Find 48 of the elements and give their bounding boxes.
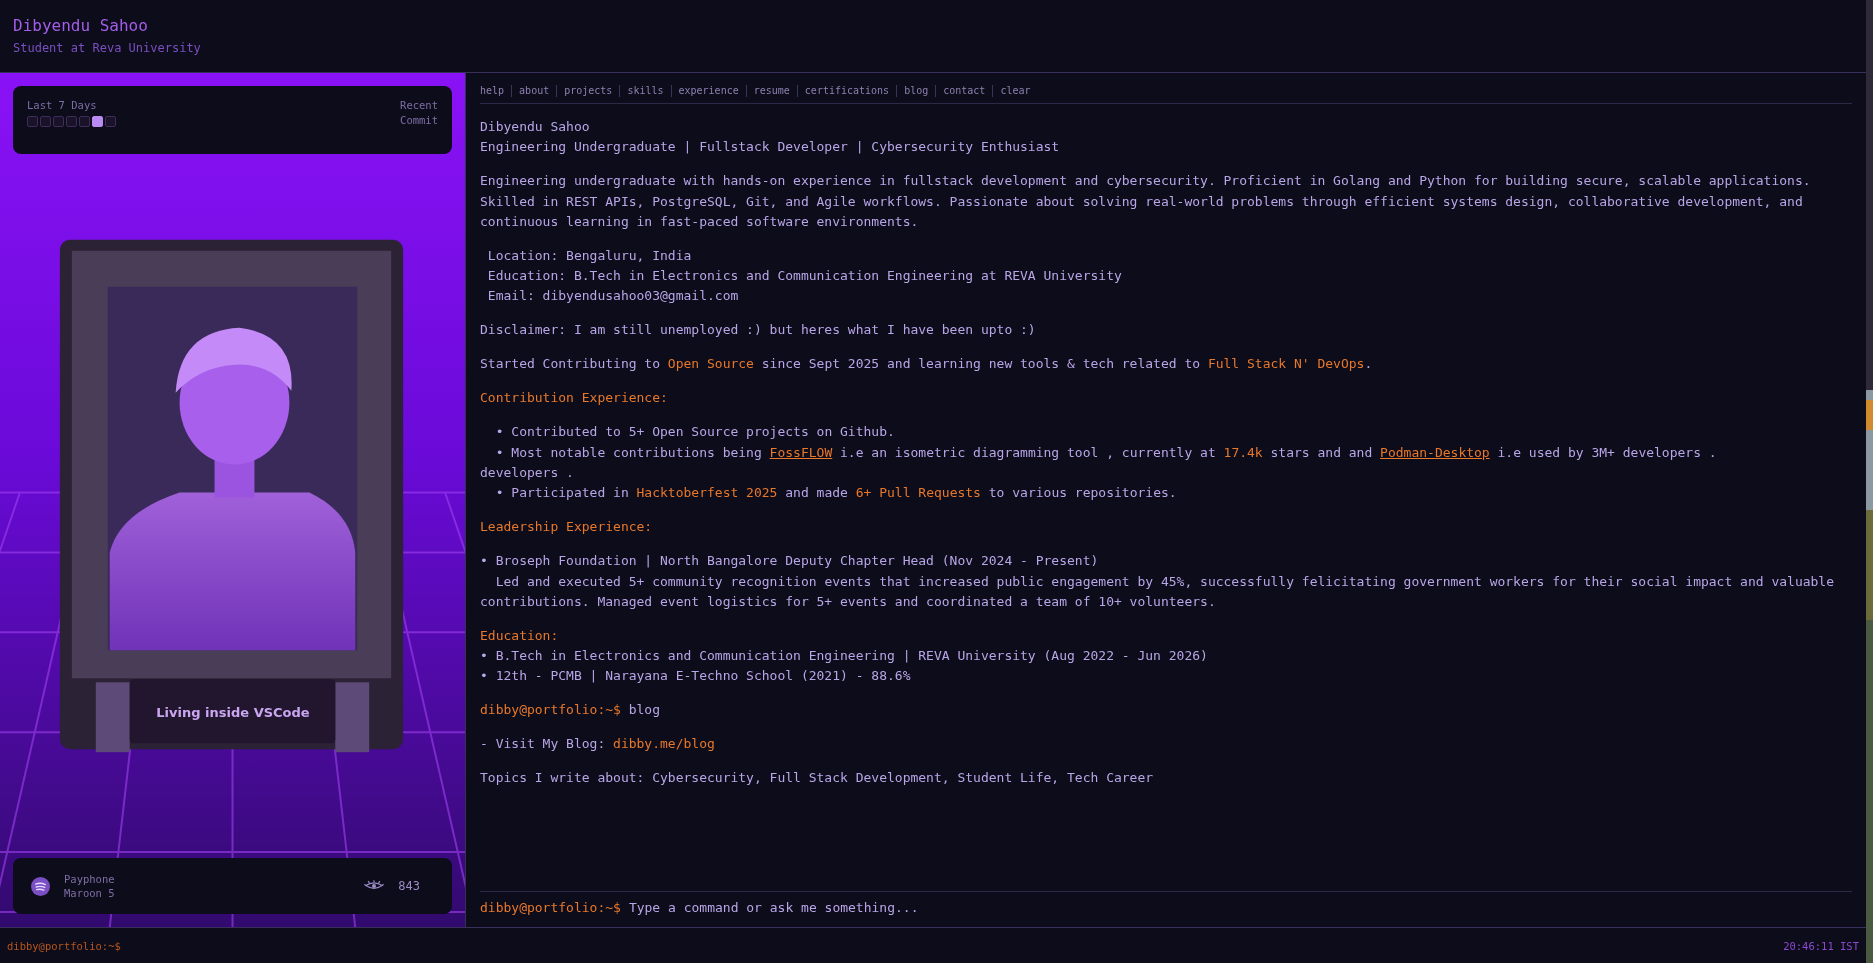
profile-name: Dibyendu Sahoo [13,16,148,35]
nav-link[interactable]: certifications [796,85,897,97]
spotify-icon [31,876,50,896]
nav-link[interactable]: resume [745,85,797,97]
output-line: Topics I write about: Cybersecurity, Full Stack Development, Student Life, Tech Career [480,769,1155,788]
output-line: • Broseph Foundation | North Bangalore Deputy Chapter Head (Nov 2024 - Present) [480,552,1100,571]
song-artist: Maroon 5 [64,887,115,899]
nav-link[interactable]: help [480,85,512,97]
prompt-prefix: dibby@portfolio:~$ [480,900,621,915]
song-title: Payphone [64,873,115,885]
command-input[interactable]: Type a command or ask me something... [628,900,1852,915]
nav-link[interactable]: blog [896,85,936,97]
output-line: Disclaimer: I am still unemployed :) but heres what I have been upto :) [480,321,1037,340]
output-line: • Participated in Hacktoberfest 2025 and made 6+ Pull Requests to various repositories. [494,484,1178,503]
profile-subtitle: Student at Reva University [13,41,201,55]
nav-link[interactable]: contact [935,85,993,97]
output-line: Leadership Experience: [480,518,654,537]
activity-label: Last 7 Days [27,99,97,111]
output-line: Education: [480,626,560,645]
output-line: • Most notable contributions being FossFLOW i.e an isometric diagramming tool , currently at 17.4k stars and and Podman-Desktop i.e used by 3M+ developers . [494,443,1718,462]
nav-link[interactable]: about [511,85,557,97]
status-time: 20:46:11 IST [1783,939,1859,952]
recent-label: Recent [400,99,438,111]
output-line: • B.Tech in Electronics and Communication Engineering | REVA University (Aug 2022 - Jun 2026) [480,647,1209,666]
output-line: Engineering Undergraduate | Fullstack Developer | Cybersecurity Enthusiast [480,138,1061,157]
output-line: Email: dibyendusahoo03@gmail.com [486,287,740,306]
portrait-caption: Living inside VSCode [155,703,311,722]
output-link[interactable]: FossFLOW [769,444,833,460]
output-line: Contribution Experience: [480,389,669,408]
output-line: - Visit My Blog: dibby.me/blog [480,735,716,754]
nav-link[interactable]: projects [556,85,620,97]
nav-link[interactable]: skills [619,85,671,97]
output-line: Location: Bengaluru, India [486,246,693,265]
view-count: 843 [398,879,420,893]
output-line: Education: B.Tech in Electronics and Communication Engineering at REVA University [486,267,1123,286]
output-line: • 12th - PCMB | Narayana E-Techno School (2021) - 88.6% [480,667,912,686]
output-link[interactable]: Podman-Desktop [1380,444,1490,460]
output-line: • Contributed to 5+ Open Source projects on Github. [494,423,896,442]
nav-link[interactable]: experience [670,85,746,97]
nav-link[interactable]: clear [992,85,1038,97]
output-line: Engineering undergraduate with hands-on experience in fullstack development and cybersecurity. Proficient in Golang and Python for building secure, scalable applications. Skilled in REST APIs, PostgreSQL, Git, and Agile workflows. Passionate about solving real-world problems through efficient systems design, collaborative development, and continuous learning in fast-paced software environments. [480,172,1812,231]
output-line: dibby@portfolio:~$ blog [480,701,662,720]
output-line: Started Contributing to Open Source since Sept 2025 and learning new tools & tech related to Full Stack N' DevOps. [480,355,1374,374]
output-line: Led and executed 5+ community recognition events that increased public engagement by 45%, successfully felicitating government workers for their social impact and valuable contributions. Managed event logistics for 5+ events and coordinated a team of 10+ volunteers. [480,572,1835,611]
output-line: developers . [480,464,575,482]
status-prompt: dibby@portfolio:~$ [7,939,121,952]
output-line: Dibyendu Sahoo [480,118,591,136]
recent-value: Commit [400,114,438,126]
